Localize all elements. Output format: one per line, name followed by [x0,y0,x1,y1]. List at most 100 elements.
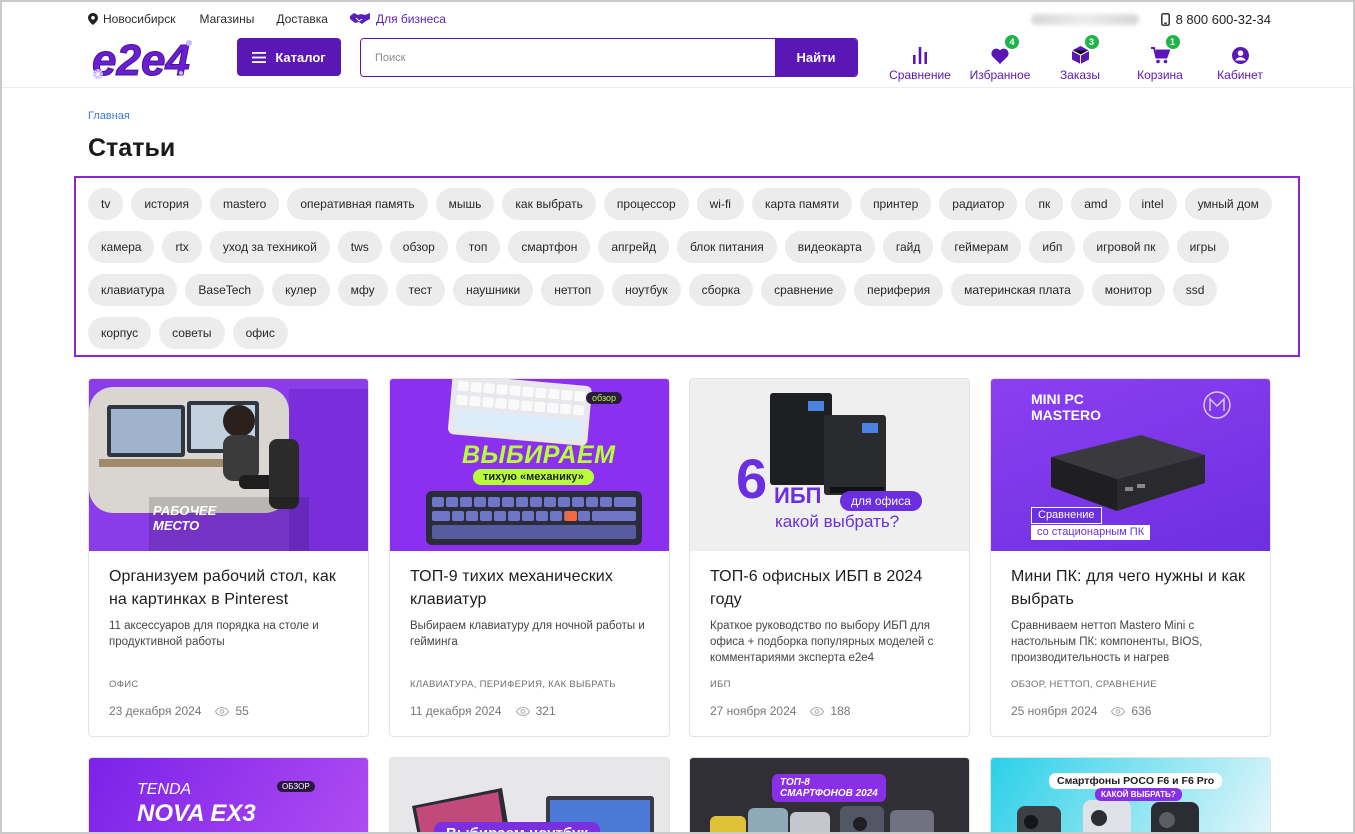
tag-chip[interactable]: сравнение [761,274,847,306]
article-desc: Сравниваем неттоп Mastero Mini с настоль… [1011,620,1203,664]
eye-icon [810,706,825,716]
article-meta: 27 ноября 2024 188 [710,704,850,718]
tag-filter-box: tv история mastero оперативная память мышь ка… [74,176,1300,357]
article-card[interactable]: ВЫБИРАЕМ тихую «механику» обзор ТОП-9 ти… [389,378,670,737]
orders-link[interactable]: 3 Заказы [1040,35,1120,82]
e2e4-logo[interactable]: e2e4 [88,35,216,83]
orders-label: Заказы [1059,68,1101,82]
tag-chip[interactable]: игровой пк [1083,231,1169,263]
article-desc: Выбираем клавиатуру для ночной работы и … [410,620,645,648]
article-views: 636 [1111,704,1151,718]
phone-number[interactable]: 8 800 600-32-34 [1160,12,1271,27]
article-title[interactable]: Организуем рабочий стол, как на картинка… [109,565,348,611]
tag-chip[interactable]: гайд [882,231,934,263]
article-card[interactable]: Смартфоны POCO F6 и F6 Pro КАКОЙ ВЫБРАТЬ… [990,757,1271,834]
tag-chip[interactable]: сборка [688,274,754,306]
tag-chip[interactable]: rtx [162,231,202,263]
image-subheading: КАКОЙ ВЫБРАТЬ? [1095,788,1182,801]
article-card[interactable]: ТОП-8 СМАРТФОНОВ 2024 [689,757,970,834]
tag-chip[interactable]: уход за техникой [209,231,330,263]
tag-chip[interactable]: блок питания [676,231,777,263]
tag-chip[interactable]: amd [1071,188,1121,220]
delivery-link[interactable]: Доставка [276,12,328,26]
tag-chip[interactable]: клавиатура [88,274,178,306]
tag-chip[interactable]: геймерам [941,231,1022,263]
user-icon [1231,47,1249,64]
cart-link[interactable]: 1 Корзина [1120,35,1200,82]
tag-chip[interactable]: кулер [272,274,330,306]
tag-chip[interactable]: неттоп [541,274,605,306]
stores-link[interactable]: Магазины [199,12,254,26]
catalog-button[interactable]: Каталог [237,38,341,76]
tag-chip[interactable]: wi-fi [696,188,744,220]
tag-chip[interactable]: ноутбук [612,274,681,306]
tag-chip[interactable]: офис [232,317,288,349]
tag-chip[interactable]: мышь [435,188,495,220]
article-meta: 25 ноября 2024 636 [1011,704,1151,718]
article-desc: Краткое руководство по выбору ИБП для оф… [710,620,934,664]
tag-chip[interactable]: ssd [1172,274,1218,306]
breadcrumb-home[interactable]: Главная [88,110,130,122]
top-bar: Новосибирск Магазины Доставка Для бизнес… [88,8,1271,30]
tag-chip[interactable]: радиатор [939,188,1018,220]
tag-chip[interactable]: история [131,188,202,220]
article-card[interactable]: Выбираем ноутбук [389,757,670,834]
hamburger-icon [252,51,267,63]
tag-chip[interactable]: как выбрать [502,188,596,220]
article-title[interactable]: ТОП-6 офисных ИБП в 2024 году [710,565,949,611]
article-body: ТОП-9 тихих механических клавиатур Выбир… [390,551,669,736]
tag-chip[interactable]: карта памяти [751,188,853,220]
article-title[interactable]: Мини ПК: для чего нужны и как выбрать [1011,565,1250,611]
tag-chip[interactable]: материнская плата [951,274,1084,306]
tag-chip[interactable]: смартфон [508,231,591,263]
tag-chip[interactable]: принтер [860,188,932,220]
location-pin-icon [88,13,98,25]
article-views: 321 [515,704,556,718]
tag-chip[interactable]: игры [1176,231,1229,263]
tag-chip[interactable]: видеокарта [784,231,875,263]
image-heading: ИБП [774,483,822,508]
article-card[interactable]: TENDA NOVA EX3 ОБЗОР [88,757,369,834]
business-label: Для бизнеса [375,12,446,26]
tag-chip[interactable]: tws [337,231,382,263]
tag-chip[interactable]: апгрейд [598,231,669,263]
city-selector[interactable]: Новосибирск [88,12,175,26]
tag-chip[interactable]: камера [88,231,155,263]
blurred-account-name [1030,13,1139,25]
tag-chip[interactable]: пк [1025,188,1064,220]
image-heading: ТОП-8 СМАРТФОНОВ 2024 [772,774,886,802]
article-card[interactable]: MINI PC MASTERO Сравнение со стационарны… [990,378,1271,737]
tag-chip[interactable]: процессор [603,188,689,220]
article-views: 188 [810,704,850,718]
tag-chip[interactable]: tv [88,188,124,220]
article-title[interactable]: ТОП-9 тихих механических клавиатур [410,565,649,611]
tag-chip[interactable]: корпус [88,317,152,349]
compare-link[interactable]: Сравнение [880,42,960,82]
article-desc: 11 аксессуаров для порядка на столе и пр… [109,620,319,648]
article-card[interactable]: 6 ИБП для офиса какой выбрать? ТОП-6 офи… [689,378,970,737]
article-card[interactable]: РАБОЧЕЕ МЕСТО Организуем рабочий стол, к… [88,378,369,737]
heart-icon [991,48,1009,64]
tag-chip[interactable]: советы [159,317,225,349]
favorites-link[interactable]: 4 Избранное [960,35,1040,82]
image-heading: Смартфоны POCO F6 и F6 Pro [1049,773,1223,789]
tag-chip[interactable]: умный дом [1184,188,1272,220]
tag-chip[interactable]: intel [1128,188,1177,220]
tag-chip[interactable]: периферия [854,274,944,306]
cabinet-link[interactable]: Кабинет [1200,42,1280,82]
search-input[interactable] [361,39,775,76]
favorites-label: Избранное [969,68,1031,82]
tag-chip[interactable]: тест [395,274,446,306]
tag-chip[interactable]: ибп [1029,231,1076,263]
business-link[interactable]: Для бизнеса [349,12,446,26]
tag-chip[interactable]: монитор [1091,274,1165,306]
search-button[interactable]: Найти [775,39,857,76]
tag-chip[interactable]: mastero [209,188,280,220]
tag-chip[interactable]: обзор [389,231,448,263]
tag-chip[interactable]: топ [455,231,501,263]
tag-chip[interactable]: оперативная память [287,188,428,220]
tag-chip[interactable]: BaseTech [185,274,265,306]
page-title: Статьи [88,134,176,162]
tag-chip[interactable]: мфу [337,274,388,306]
tag-chip[interactable]: наушники [453,274,534,306]
